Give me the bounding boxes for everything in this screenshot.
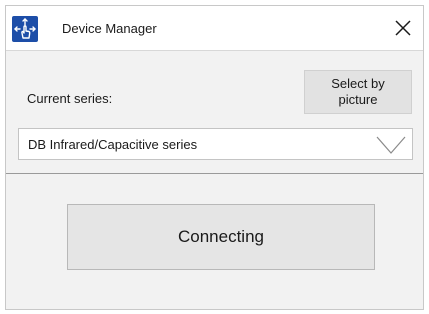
- series-dropdown-value: DB Infrared/Capacitive series: [28, 137, 198, 152]
- close-icon: [395, 20, 411, 36]
- select-by-picture-button[interactable]: Select by picture: [304, 70, 412, 114]
- close-button[interactable]: [393, 18, 413, 38]
- series-panel: Current series: Select by picture DB Inf…: [6, 52, 423, 174]
- current-series-label: Current series:: [27, 91, 113, 106]
- touch-hand-icon: [12, 16, 38, 42]
- window-title: Device Manager: [62, 21, 157, 36]
- title-bar: Device Manager: [6, 6, 423, 51]
- chevron-down-icon: [376, 136, 406, 154]
- device-manager-window: Device Manager Current series: Select by…: [5, 5, 424, 310]
- series-dropdown[interactable]: DB Infrared/Capacitive series: [18, 128, 413, 160]
- connecting-button[interactable]: Connecting: [67, 204, 375, 270]
